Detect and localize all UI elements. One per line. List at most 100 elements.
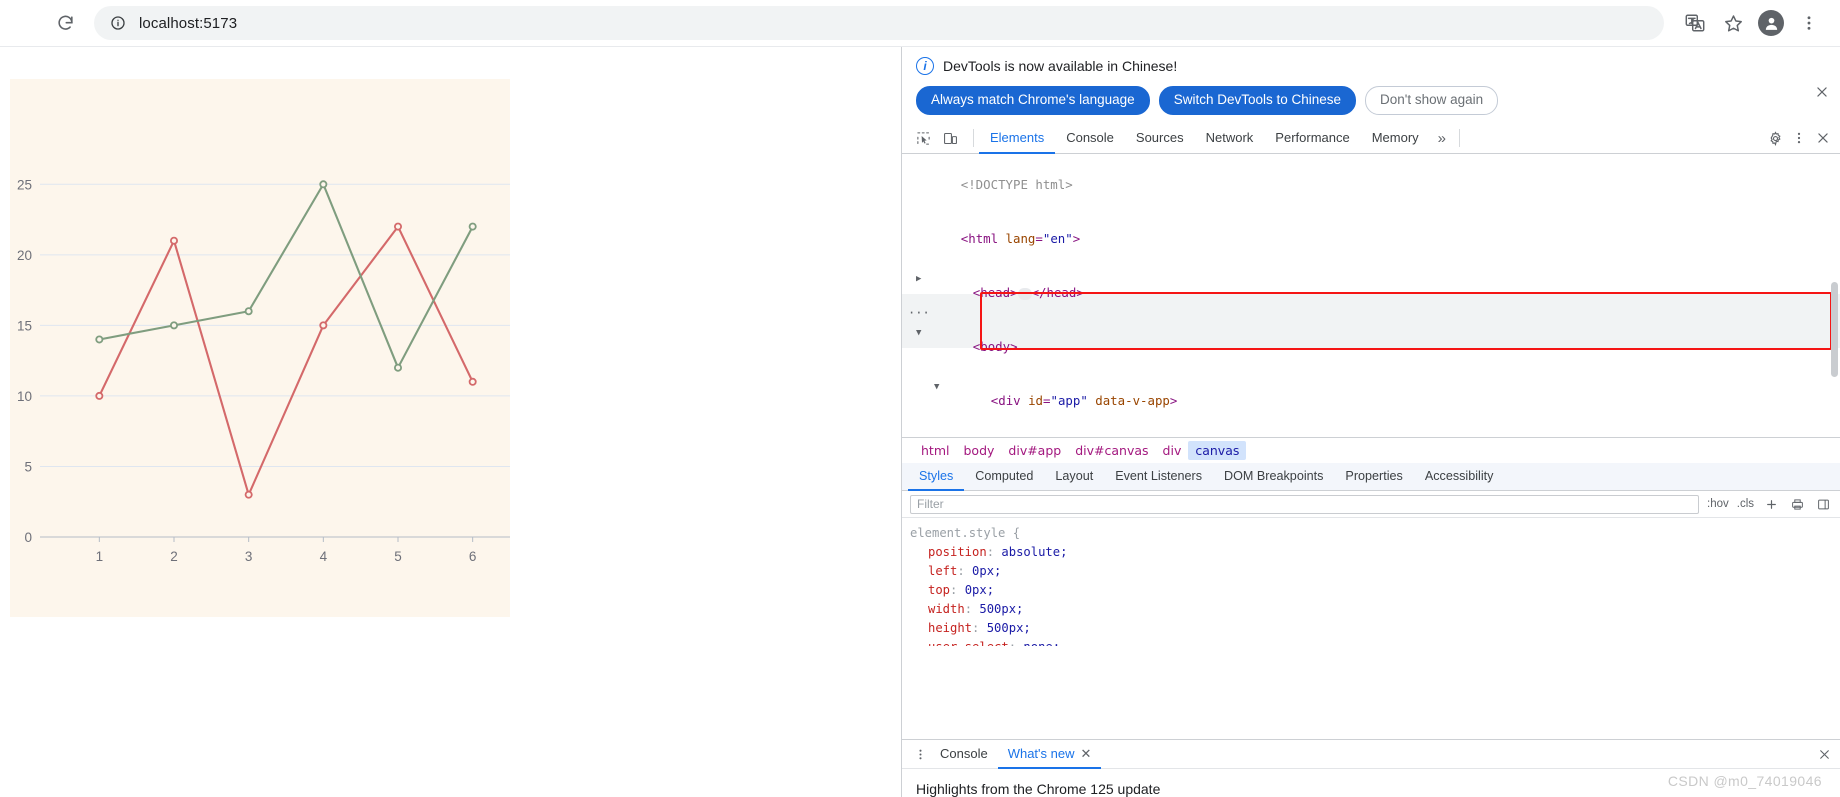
computed-sidebar-icon[interactable]: [1814, 495, 1832, 513]
element-classes-toggle[interactable]: .cls: [1737, 498, 1754, 510]
line-chart[interactable]: 0 5 10 15 20 25 1 2 3 4 5 6: [10, 79, 510, 617]
subtab-computed[interactable]: Computed: [964, 463, 1044, 491]
subtab-event-listeners[interactable]: Event Listeners: [1104, 463, 1213, 491]
css-declaration-width[interactable]: width: 500px;: [910, 600, 1840, 619]
breadcrumb-div-app[interactable]: div#app: [1001, 441, 1068, 460]
drawer-close-icon[interactable]: [1816, 746, 1832, 762]
three-dot-menu-icon[interactable]: [1788, 127, 1810, 149]
dom-line-body[interactable]: ▼ <body>: [902, 320, 1840, 374]
svg-text:25: 25: [17, 177, 32, 192]
collapsed-content-badge[interactable]: ⋯: [1017, 287, 1032, 300]
dom-line-div-canvas[interactable]: ▼<div data-v-7a7a37b1 id="canvas" _echar…: [902, 428, 1840, 437]
three-dot-menu-icon[interactable]: [1792, 6, 1826, 40]
css-value-top[interactable]: 0px;: [965, 583, 994, 597]
twisty-expanded-icon[interactable]: ▼: [952, 432, 957, 437]
css-declaration-position[interactable]: position: absolute;: [910, 543, 1840, 562]
dom-tree-scrollbar[interactable]: [1830, 282, 1839, 437]
reload-icon[interactable]: [48, 6, 82, 40]
inspect-element-icon[interactable]: [912, 127, 934, 149]
tab-elements[interactable]: Elements: [979, 123, 1056, 155]
dont-show-again-button[interactable]: Don't show again: [1365, 86, 1499, 116]
subtab-properties[interactable]: Properties: [1334, 463, 1413, 491]
css-prop-position[interactable]: position: [910, 545, 987, 559]
dom-line-head[interactable]: ▶ <head> ⋯ </head>: [902, 266, 1840, 320]
twisty-collapsed-icon[interactable]: ▶: [916, 270, 921, 288]
css-prop-user-select[interactable]: user-select: [910, 640, 1009, 646]
address-bar[interactable]: localhost:5173: [94, 6, 1664, 40]
subtab-styles[interactable]: Styles: [908, 463, 965, 492]
div-app-id-value: "app": [1050, 393, 1088, 409]
star-icon[interactable]: [1716, 6, 1750, 40]
twisty-expanded-icon[interactable]: ▼: [916, 324, 921, 342]
echarts-canvas-container[interactable]: 0 5 10 15 20 25 1 2 3 4 5 6: [10, 79, 510, 617]
plus-icon[interactable]: [1762, 495, 1780, 513]
browser-toolbar: localhost:5173: [0, 0, 1840, 47]
css-declaration-user-select[interactable]: user-select: none;: [910, 638, 1840, 646]
css-prop-height[interactable]: height: [910, 621, 972, 635]
subtab-dom-breakpoints[interactable]: DOM Breakpoints: [1213, 463, 1334, 491]
svg-text:5: 5: [394, 549, 402, 564]
devtools-tabbar: Elements Console Sources Network Perform…: [902, 123, 1840, 155]
drawer-tabbar: Console What's new ✕: [902, 740, 1840, 769]
css-value-user-select[interactable]: none;: [1023, 640, 1060, 646]
breadcrumb-div[interactable]: div: [1156, 441, 1189, 460]
profile-avatar-icon[interactable]: [1754, 6, 1788, 40]
css-value-height[interactable]: 500px;: [987, 621, 1031, 635]
address-bar-url[interactable]: localhost:5173: [139, 15, 237, 32]
styles-rules-pane[interactable]: element.style { position: absolute; left…: [902, 518, 1840, 739]
breadcrumb-canvas[interactable]: canvas: [1188, 441, 1247, 461]
subtab-layout[interactable]: Layout: [1044, 463, 1104, 491]
drawer-tab-console-label: Console: [940, 746, 988, 761]
css-declaration-left[interactable]: left: 0px;: [910, 562, 1840, 581]
dom-line-div-app[interactable]: ▼ <div id="app" data-v-app>: [902, 374, 1840, 428]
styles-pane-tabbar: Styles Computed Layout Event Listeners D…: [902, 463, 1840, 492]
doctype-text: <!DOCTYPE html>: [960, 177, 1073, 193]
print-preview-icon[interactable]: [1788, 495, 1806, 513]
html-lang-value: "en": [1042, 231, 1073, 247]
css-declaration-height[interactable]: height: 500px;: [910, 619, 1840, 638]
close-icon[interactable]: ✕: [1081, 746, 1092, 762]
toolbar-separator: [973, 129, 974, 148]
breadcrumb: html body div#app div#canvas div canvas: [902, 437, 1840, 464]
devtools-tabbar-actions: [1764, 123, 1840, 153]
tab-sources[interactable]: Sources: [1125, 123, 1195, 154]
svg-text:2: 2: [170, 549, 178, 564]
tab-performance[interactable]: Performance: [1264, 123, 1360, 154]
watermark: CSDN @m0_74019046: [1667, 773, 1822, 789]
dom-line-html[interactable]: <html lang="en">: [902, 212, 1840, 266]
chevron-double-right-icon[interactable]: »: [1430, 123, 1454, 153]
breadcrumb-body[interactable]: body: [956, 441, 1001, 460]
drawer-tab-console[interactable]: Console: [930, 741, 998, 769]
css-prop-top[interactable]: top: [910, 583, 950, 597]
drawer-tab-whats-new[interactable]: What's new ✕: [997, 741, 1102, 769]
switch-devtools-language-button[interactable]: Switch DevTools to Chinese: [1158, 86, 1357, 116]
twisty-expanded-icon[interactable]: ▼: [934, 378, 939, 396]
three-dot-menu-icon[interactable]: [910, 748, 930, 761]
styles-filter-input[interactable]: Filter: [910, 494, 1699, 514]
gear-icon[interactable]: [1764, 127, 1786, 149]
site-info-icon[interactable]: [108, 13, 128, 33]
tab-network[interactable]: Network: [1195, 123, 1265, 154]
svg-text:3: 3: [245, 549, 253, 564]
dom-tree-scrollbar-thumb[interactable]: [1831, 282, 1838, 378]
always-match-language-button[interactable]: Always match Chrome's language: [916, 86, 1150, 116]
translate-icon[interactable]: [1678, 6, 1712, 40]
breadcrumb-div-canvas[interactable]: div#canvas: [1068, 441, 1155, 460]
infobar-close-icon[interactable]: [1813, 83, 1831, 101]
css-value-width[interactable]: 500px;: [979, 602, 1023, 616]
css-prop-width[interactable]: width: [910, 602, 965, 616]
device-toolbar-icon[interactable]: [939, 127, 961, 149]
breadcrumb-html[interactable]: html: [914, 441, 956, 460]
dom-line-doctype[interactable]: <!DOCTYPE html>: [902, 158, 1840, 212]
subtab-accessibility[interactable]: Accessibility: [1414, 463, 1505, 491]
css-value-left[interactable]: 0px;: [972, 564, 1001, 578]
drawer-tab-whats-new-label: What's new: [1007, 746, 1075, 761]
tab-memory[interactable]: Memory: [1361, 123, 1430, 154]
devtools-close-icon[interactable]: [1812, 127, 1834, 149]
dom-tree[interactable]: ··· <!DOCTYPE html> <html lang="en"> ▶ <h…: [902, 154, 1840, 438]
css-declaration-top[interactable]: top: 0px;: [910, 581, 1840, 600]
tab-console[interactable]: Console: [1055, 123, 1125, 154]
force-state-toggle[interactable]: :hov: [1707, 498, 1729, 510]
css-prop-left[interactable]: left: [910, 564, 957, 578]
css-value-position[interactable]: absolute;: [1001, 545, 1067, 559]
